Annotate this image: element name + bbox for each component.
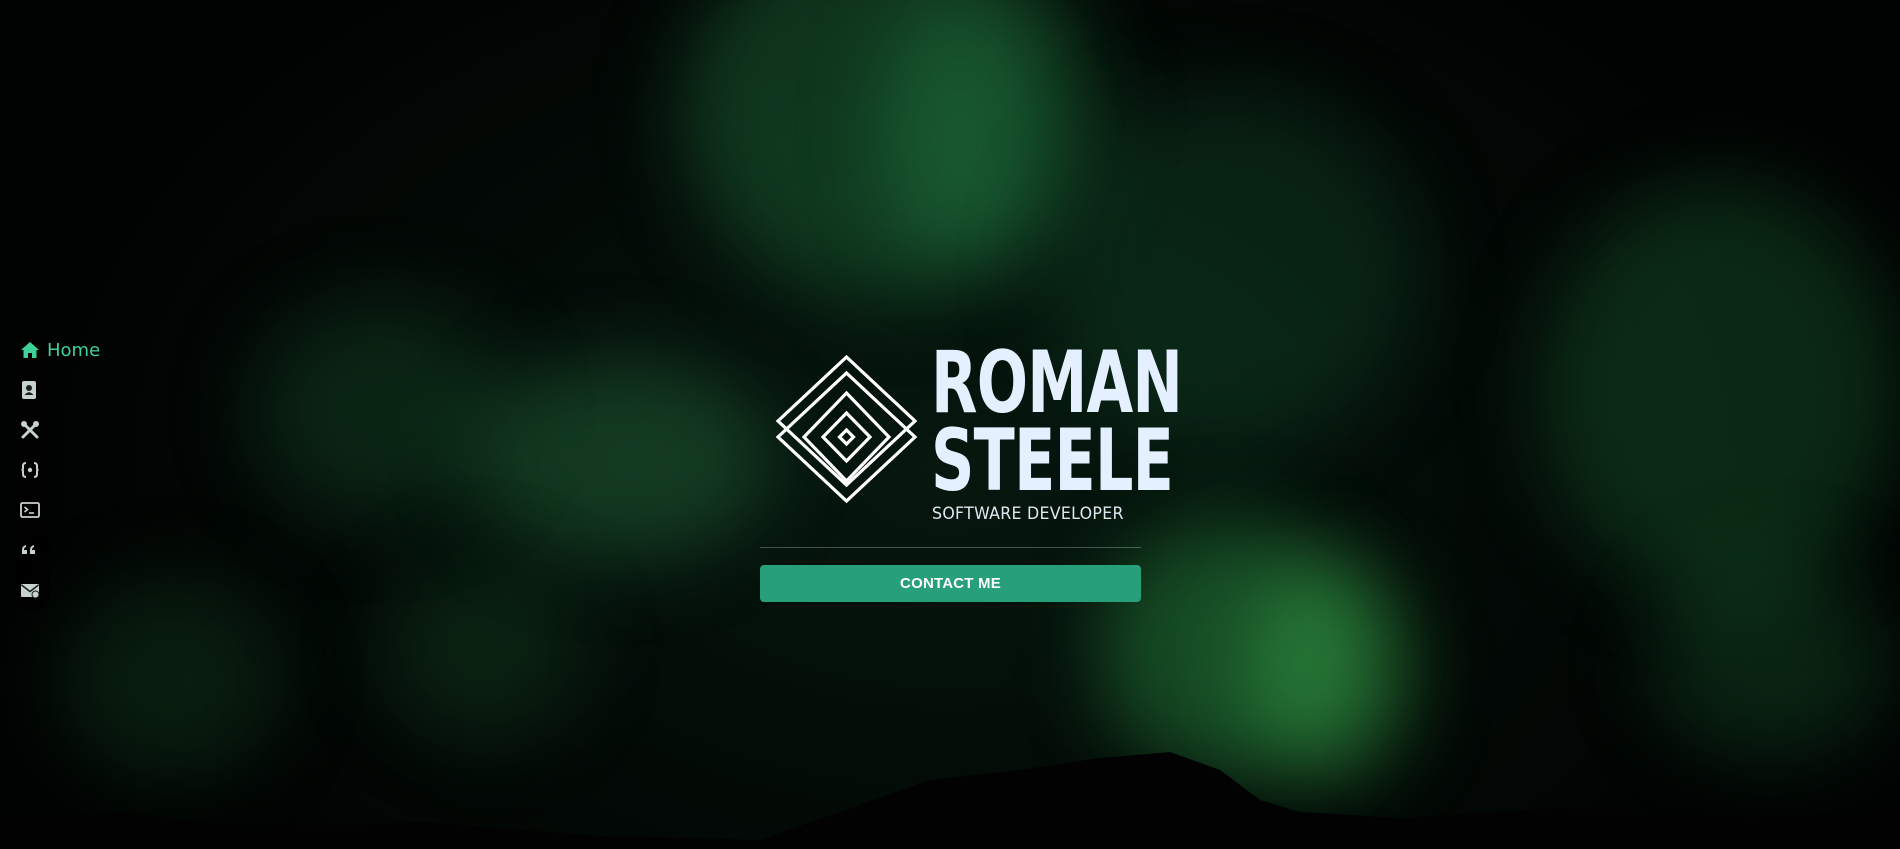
nav-item-about[interactable] — [20, 376, 38, 404]
nav-item-terminal[interactable] — [20, 496, 40, 524]
mail-icon — [20, 581, 40, 599]
nav-item-contact[interactable] — [20, 576, 40, 604]
terminal-icon — [20, 501, 40, 519]
quote-icon — [20, 542, 38, 558]
hero-divider — [760, 547, 1141, 548]
nav-item-projects[interactable] — [20, 456, 40, 484]
code-braces-icon — [20, 461, 40, 479]
nav-label-home: Home — [47, 339, 101, 361]
job-title: SOFTWARE DEVELOPER — [932, 504, 1124, 524]
nav-item-home[interactable]: Home — [20, 336, 100, 364]
home-icon — [20, 341, 40, 359]
nested-diamond-logo-icon — [775, 354, 918, 515]
nav-item-testimonials[interactable] — [20, 536, 38, 564]
contact-me-button[interactable]: CONTACT ME — [760, 565, 1141, 602]
contact-card-icon — [20, 380, 38, 400]
tools-icon — [20, 420, 40, 440]
nav-item-skills[interactable] — [20, 416, 40, 444]
name-title-last: STEELE — [931, 411, 1174, 511]
